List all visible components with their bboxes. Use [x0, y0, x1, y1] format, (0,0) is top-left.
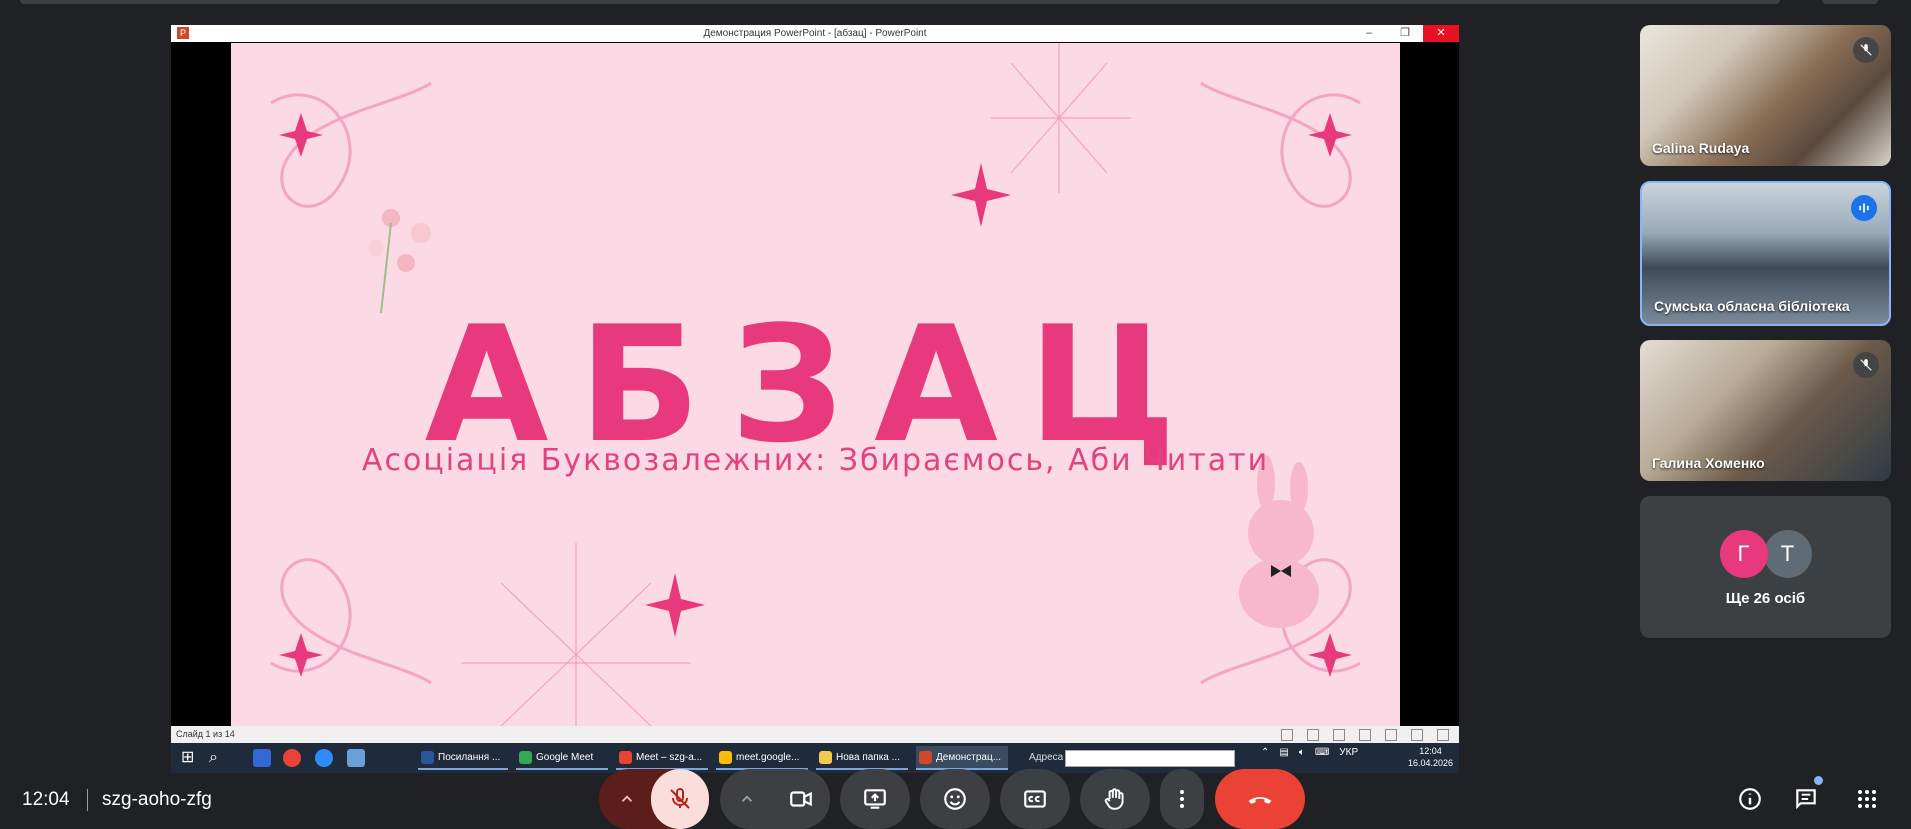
volume-icon[interactable]: 🔈︎: [1299, 747, 1305, 758]
network-icon[interactable]: ▤: [1279, 747, 1288, 758]
slide-counter: Слайд 1 из 14: [176, 729, 235, 739]
present-button[interactable]: [840, 769, 910, 829]
participant-tile[interactable]: Галина Хоменко: [1640, 340, 1891, 481]
reactions-button[interactable]: [920, 769, 990, 829]
audio-control-group: [599, 769, 709, 829]
chat-icon: [1796, 789, 1816, 810]
speaking-indicator-icon: [1851, 195, 1877, 221]
slide-menu-icon[interactable]: [1307, 729, 1319, 741]
chevron-up-icon[interactable]: ⌃: [1261, 747, 1269, 758]
powerpoint-icon: P: [177, 27, 189, 39]
top-bar: [20, 0, 1780, 4]
info-icon: [1739, 788, 1761, 810]
more-vert-icon: [1180, 790, 1184, 808]
powerpoint-icon: [919, 751, 932, 764]
raise-hand-button[interactable]: [1080, 769, 1150, 829]
restore-icon[interactable]: ❐: [1387, 25, 1423, 42]
next-slide-icon[interactable]: [1333, 729, 1345, 741]
participant-name: Галина Хоменко: [1652, 455, 1765, 471]
camera-toggle-button[interactable]: [772, 769, 830, 829]
powerpoint-statusbar: Слайд 1 из 14: [171, 726, 1459, 743]
chrome-icon[interactable]: [283, 749, 301, 767]
sorter-view-icon[interactable]: [1385, 729, 1397, 741]
taskbar-clock[interactable]: 12:04 16.04.2026: [1408, 745, 1453, 769]
more-participants-tile[interactable]: Г Т Ще 26 осіб: [1640, 496, 1891, 638]
hand-icon: [1104, 788, 1124, 810]
video-options-button[interactable]: [720, 769, 774, 829]
language-indicator[interactable]: УКР: [1339, 747, 1358, 758]
captions-icon: [1024, 790, 1046, 808]
notification-dot: [1814, 776, 1823, 785]
chevron-up-icon: [621, 795, 633, 802]
powerpoint-titlebar: P Демонстрация PowerPoint - [абзац] - Po…: [171, 25, 1459, 42]
mic-off-icon: [670, 788, 690, 809]
floppy-app-icon[interactable]: [253, 749, 271, 767]
address-label: Адреса: [1029, 752, 1064, 763]
taskbar-app-folder[interactable]: Нова папка ...: [816, 746, 908, 770]
camera-icon: [790, 791, 812, 807]
more-participants-label: Ще 26 осіб: [1725, 590, 1806, 607]
meeting-details-button[interactable]: [1728, 777, 1772, 821]
present-screen-icon: [864, 789, 886, 809]
search-icon[interactable]: ⌕: [209, 749, 227, 767]
address-input[interactable]: [1065, 750, 1235, 767]
mic-toggle-button[interactable]: [651, 769, 709, 829]
close-icon[interactable]: ✕: [1423, 25, 1459, 42]
meeting-code: szg-aoho-zfg: [102, 789, 212, 810]
avatar: Г: [1719, 530, 1768, 578]
participant-tile-active-speaker[interactable]: Сумська обласна бібліотека: [1640, 181, 1891, 326]
slide: АБЗАЦ Асоціація Буквозалежних: Збираємос…: [231, 43, 1400, 726]
chevron-up-icon: [741, 795, 753, 802]
mic-muted-icon: [1853, 37, 1879, 63]
participant-tile[interactable]: Galina Rudaya: [1640, 25, 1891, 166]
captions-button[interactable]: [1000, 769, 1070, 829]
emoji-icon: [944, 788, 966, 810]
avatar: Т: [1763, 530, 1812, 578]
view-buttons: [1281, 729, 1449, 741]
audio-options-button[interactable]: [599, 769, 655, 829]
taskbar-app-powerpoint[interactable]: Демонстрац...: [916, 746, 1008, 770]
chrome-icon: [619, 751, 632, 764]
chrome-icon: [519, 751, 532, 764]
minimize-icon[interactable]: –: [1351, 25, 1387, 42]
windows-start-icon[interactable]: ⊞: [181, 749, 199, 767]
shared-screen: P Демонстрация PowerPoint - [абзац] - Po…: [171, 25, 1459, 773]
word-icon: [421, 751, 434, 764]
slideshow-view-icon[interactable]: [1437, 729, 1449, 741]
zoom-icon[interactable]: [315, 749, 333, 767]
mic-muted-icon: [1853, 352, 1879, 378]
keyboard-icon[interactable]: ⌨: [1315, 747, 1329, 758]
video-control-group: [720, 769, 830, 829]
normal-view-icon[interactable]: [1359, 729, 1371, 741]
taskbar-app-google-meet[interactable]: Google Meet: [516, 746, 608, 770]
folder-icon: [819, 751, 832, 764]
system-tray: ⌃ ▤ 🔈︎ ⌨ УКР: [1261, 747, 1358, 758]
more-options-button[interactable]: [1160, 769, 1204, 829]
chrome-icon: [719, 751, 732, 764]
slide-subtitle: Асоціація Буквозалежних: Збираємось, Аби…: [361, 443, 1270, 478]
top-bar-right: [1822, 0, 1878, 4]
reading-view-icon[interactable]: [1411, 729, 1423, 741]
network-app-icon[interactable]: [347, 749, 365, 767]
hang-up-icon: [1248, 797, 1272, 804]
apps-grid-icon: [1858, 790, 1876, 808]
participant-name: Galina Rudaya: [1652, 140, 1750, 156]
taskbar-app-meet-google[interactable]: meet.google...: [716, 746, 808, 770]
meeting-time: 12:04: [22, 789, 70, 810]
participant-name: Сумська обласна бібліотека: [1654, 298, 1850, 314]
prev-slide-icon[interactable]: [1281, 729, 1293, 741]
window-title: Демонстрация PowerPoint - [абзац] - Powe…: [703, 28, 927, 39]
leave-call-button[interactable]: [1215, 769, 1305, 829]
taskbar-app-meet-tab[interactable]: Meet – szg-a...: [616, 746, 708, 770]
avatar-group: Г Т: [1640, 530, 1891, 578]
activities-button[interactable]: [1845, 777, 1889, 821]
divider: [87, 789, 88, 811]
taskbar-app-word[interactable]: Посилання ...: [418, 746, 508, 770]
